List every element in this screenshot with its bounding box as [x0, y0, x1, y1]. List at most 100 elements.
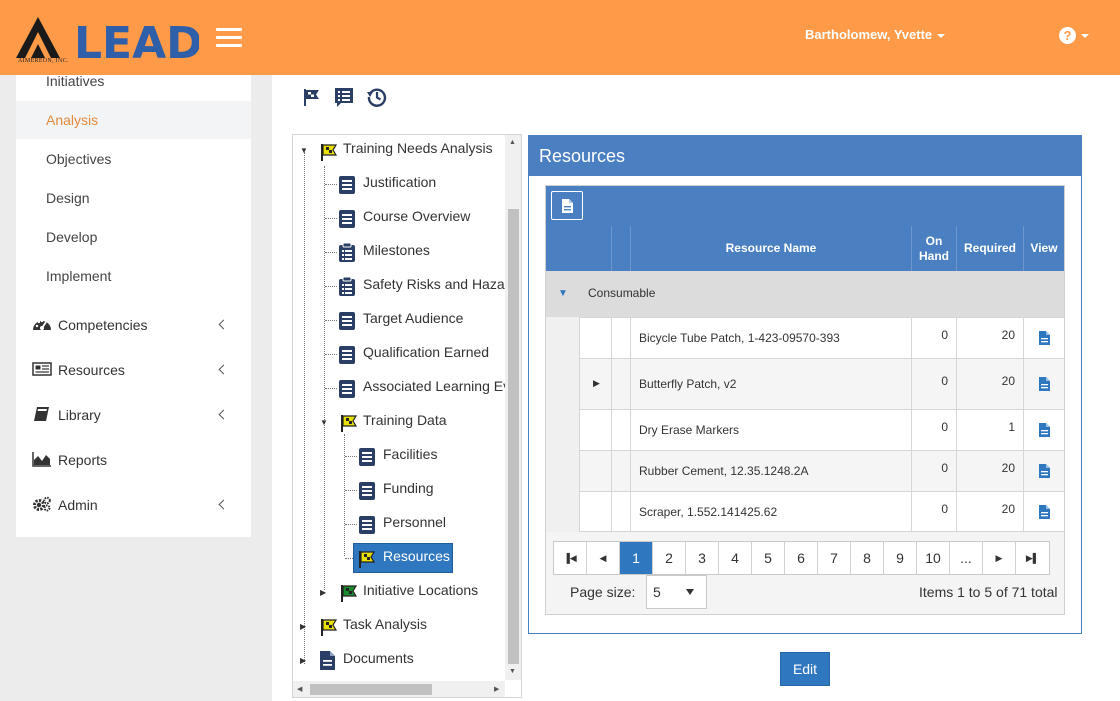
document-list-icon — [339, 210, 355, 228]
sidebar-item-initiatives[interactable]: Initiatives — [16, 62, 251, 100]
tree-branch-line — [325, 184, 337, 185]
tree-item-justification[interactable]: Justification — [363, 168, 436, 198]
scroll-left-arrow-icon[interactable]: ◀ — [297, 685, 302, 693]
sidebar-item-label: Admin — [58, 497, 98, 513]
required-cell: 20 — [956, 451, 1023, 491]
pager-page-9[interactable]: 9 — [884, 542, 917, 574]
document-list-icon — [359, 482, 375, 500]
tree-item-facilities[interactable]: Facilities — [383, 440, 437, 470]
flag-icon[interactable] — [301, 86, 323, 108]
pager-page-4[interactable]: 4 — [719, 542, 752, 574]
pager-page-6[interactable]: 6 — [785, 542, 818, 574]
pager-prev-button[interactable]: ◀ — [587, 542, 620, 574]
pager-next-button[interactable]: ▶ — [983, 542, 1016, 574]
view-document-icon[interactable] — [1039, 377, 1050, 391]
tree-item-documents[interactable]: Documents — [343, 644, 414, 674]
tree-expand-icon[interactable]: ▶ — [300, 656, 306, 665]
sidebar-item-develop[interactable]: Develop — [16, 218, 251, 256]
tree-item-qualification-earned[interactable]: Qualification Earned — [363, 338, 489, 368]
group-row-consumable[interactable]: ▼ Consumable — [546, 271, 1064, 317]
help-menu[interactable]: ? — [1059, 27, 1089, 45]
pager-last-button[interactable]: ▶▌ — [1016, 542, 1049, 574]
table-row[interactable]: Bicycle Tube Patch, 1-423-09570-393 0 20 — [579, 317, 1064, 358]
pager-page-3[interactable]: 3 — [686, 542, 719, 574]
tree-item-training-needs-analysis[interactable]: Training Needs Analysis — [343, 134, 493, 164]
row-spacer-cell — [611, 410, 630, 450]
tree-item-personnel[interactable]: Personnel — [383, 508, 446, 538]
pager-more-pages[interactable]: ... — [950, 542, 983, 574]
view-cell — [1023, 492, 1064, 531]
tree-expand-icon[interactable]: ▶ — [300, 622, 306, 631]
user-menu[interactable]: Bartholomew, Yvette — [805, 27, 946, 42]
page-size-select[interactable]: 5 — [646, 575, 707, 609]
on-hand-cell: 0 — [911, 492, 956, 531]
tree-item-safety-risks[interactable]: Safety Risks and Haza — [363, 270, 505, 300]
column-header-required[interactable]: Required — [956, 226, 1023, 271]
hamburger-menu-icon[interactable] — [216, 28, 242, 48]
tree-collapse-icon[interactable]: ▼ — [320, 418, 328, 427]
sidebar-item-library[interactable]: Library — [16, 397, 251, 433]
pager-page-8[interactable]: 8 — [851, 542, 884, 574]
tree-item-initiative-locations[interactable]: Initiative Locations — [363, 576, 478, 606]
tree-branch-line — [345, 456, 357, 457]
group-collapse-icon[interactable]: ▼ — [558, 288, 568, 299]
pager-page-5[interactable]: 5 — [752, 542, 785, 574]
page-size-value: 5 — [653, 584, 661, 600]
sidebar-item-competencies[interactable]: Competencies — [16, 307, 251, 343]
sidebar-item-objectives[interactable]: Objectives — [16, 140, 251, 178]
pager-page-1[interactable]: 1 — [620, 542, 653, 574]
column-header-resource-name[interactable]: Resource Name — [630, 226, 911, 271]
table-row[interactable]: Dry Erase Markers 0 1 — [579, 409, 1064, 450]
view-document-icon[interactable] — [1039, 464, 1050, 478]
tree-item-resources[interactable]: Resources — [383, 542, 450, 572]
pager-page-10[interactable]: 10 — [917, 542, 950, 574]
scroll-down-arrow-icon[interactable]: ▼ — [509, 668, 516, 675]
tree-item-milestones[interactable]: Milestones — [363, 236, 430, 266]
tree-vertical-scroll-thumb[interactable] — [508, 209, 519, 664]
tree-item-training-data[interactable]: Training Data — [363, 406, 447, 436]
column-header-on-hand[interactable]: On Hand — [911, 226, 956, 271]
tree-collapse-icon[interactable]: ▼ — [300, 146, 308, 155]
page-size-label: Page size: — [570, 584, 636, 600]
pager-first-button[interactable]: ▐◀ — [554, 542, 587, 574]
sidebar-item-analysis[interactable]: Analysis — [16, 101, 251, 139]
pager-page-7[interactable]: 7 — [818, 542, 851, 574]
view-cell — [1023, 451, 1064, 491]
edit-button[interactable]: Edit — [780, 652, 830, 686]
tree-horizontal-scroll-thumb[interactable] — [310, 684, 432, 695]
tree-branch-line — [325, 218, 337, 219]
row-expander-cell[interactable]: ▶ — [579, 359, 611, 409]
sidebar-item-design[interactable]: Design — [16, 179, 251, 217]
table-row[interactable]: Scraper, 1.552.141425.62 0 20 — [579, 491, 1064, 532]
sidebar-item-reports[interactable]: Reports — [16, 442, 251, 478]
view-document-icon[interactable] — [1039, 505, 1050, 519]
tree-item-target-audience[interactable]: Target Audience — [363, 304, 463, 334]
scroll-up-arrow-icon[interactable]: ▲ — [509, 139, 516, 146]
tree-guide-line — [324, 166, 325, 590]
required-cell: 20 — [956, 492, 1023, 531]
tree-expand-icon[interactable]: ▶ — [320, 588, 326, 597]
tree-item-task-analysis[interactable]: Task Analysis — [343, 610, 427, 640]
pager-page-2[interactable]: 2 — [653, 542, 686, 574]
table-row[interactable]: ▶ Butterfly Patch, v2 0 20 — [579, 358, 1064, 409]
yellow-flag-icon — [321, 144, 338, 161]
tree-item-funding[interactable]: Funding — [383, 474, 434, 504]
table-row[interactable]: Rubber Cement, 12.35.1248.2A 0 20 — [579, 450, 1064, 491]
clipboard-icon — [339, 276, 355, 296]
sidebar-item-resources[interactable]: Resources — [16, 352, 251, 388]
column-header-view[interactable]: View — [1023, 226, 1064, 271]
sidebar-item-admin[interactable]: Admin — [16, 487, 251, 523]
view-document-icon[interactable] — [1039, 331, 1050, 345]
tree-item-associated-learning[interactable]: Associated Learning Ev — [363, 372, 505, 402]
history-icon[interactable] — [366, 86, 388, 108]
export-button[interactable] — [551, 191, 583, 220]
scroll-right-arrow-icon[interactable]: ▶ — [494, 685, 499, 693]
sidebar-item-implement[interactable]: Implement — [16, 257, 251, 295]
row-expand-icon[interactable]: ▶ — [593, 378, 600, 389]
list-alt-icon[interactable] — [333, 86, 355, 108]
resource-name-cell: Dry Erase Markers — [630, 410, 911, 450]
tree-branch-line — [345, 524, 357, 525]
tree-item-course-overview[interactable]: Course Overview — [363, 202, 470, 232]
view-document-icon[interactable] — [1039, 423, 1050, 437]
resource-name-cell: Rubber Cement, 12.35.1248.2A — [630, 451, 911, 491]
